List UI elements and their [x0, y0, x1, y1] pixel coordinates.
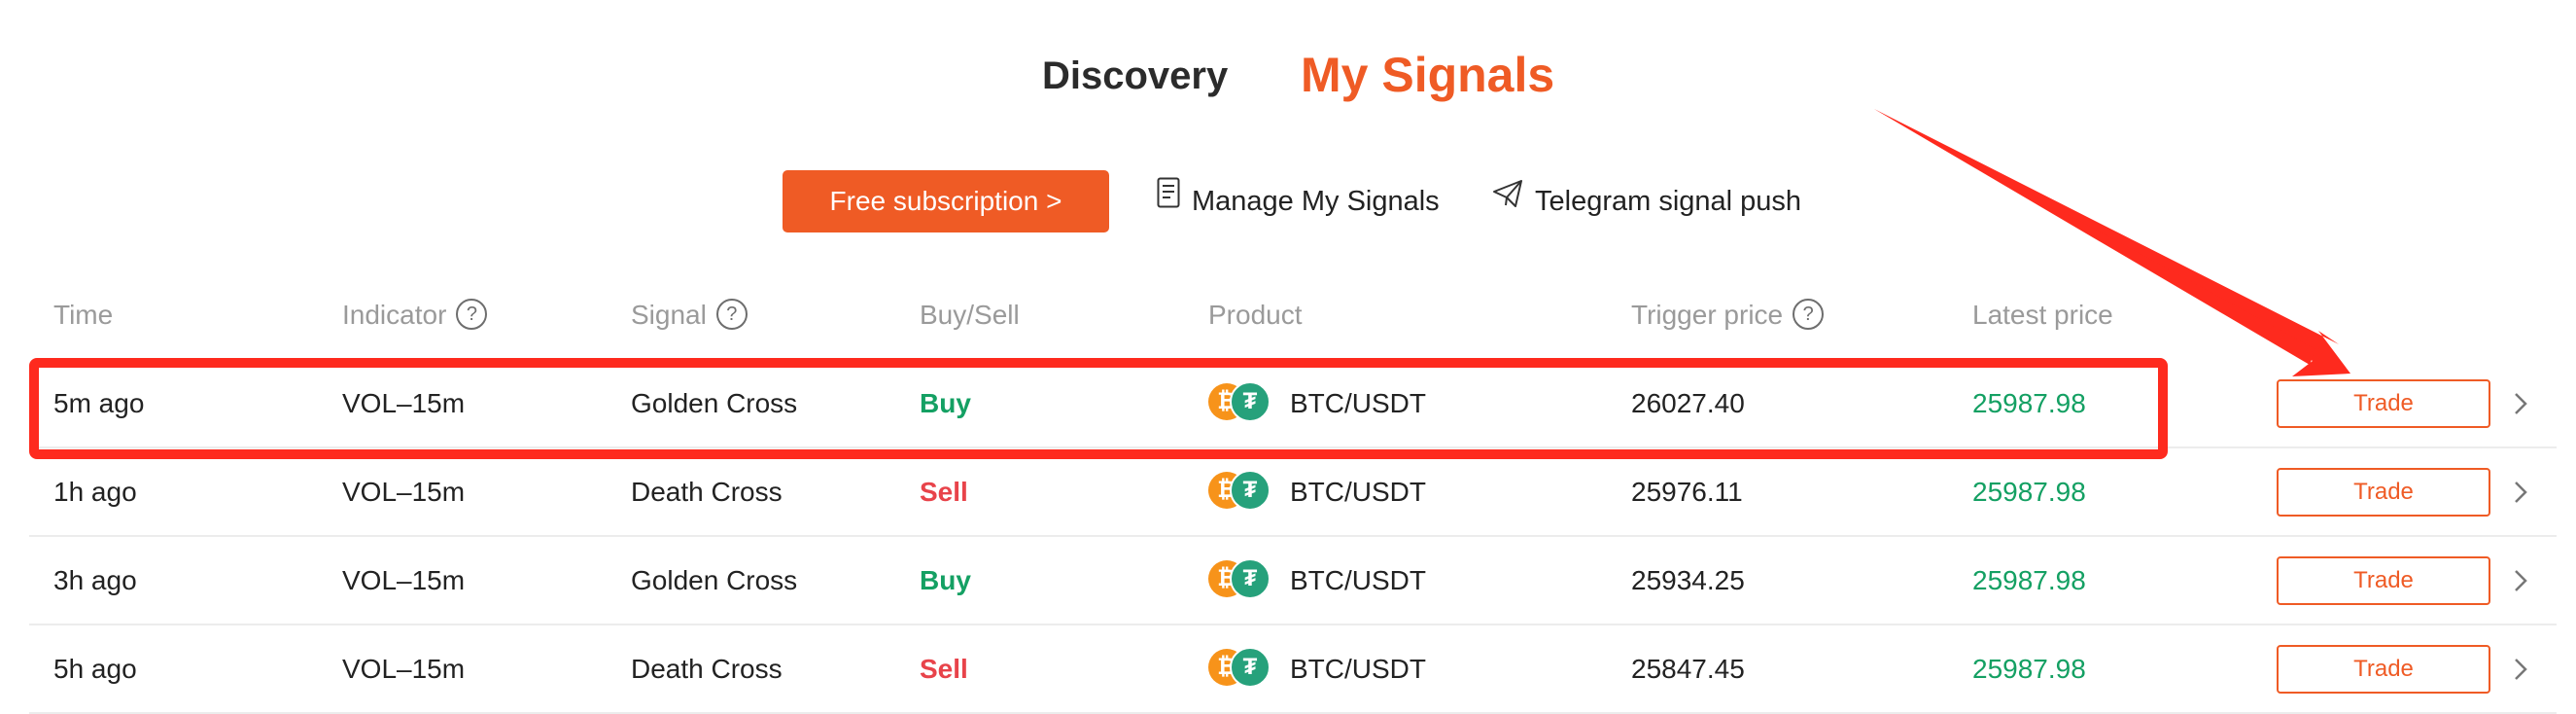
- signal-tabs: Discovery My Signals: [0, 41, 2576, 119]
- usdt-coin-icon: ₮: [1230, 469, 1271, 511]
- table-header: Time Indicator? Signal? Buy/Sell Product…: [29, 272, 2557, 360]
- col-trigger-price: Trigger price?: [1631, 298, 1825, 333]
- col-trigger-price-label: Trigger price: [1631, 300, 1784, 330]
- chevron-right-icon[interactable]: [2506, 625, 2535, 712]
- usdt-coin-icon: ₮: [1230, 557, 1271, 599]
- cell-indicator: VOL–15m: [342, 388, 466, 418]
- telegram-signal-push-link[interactable]: Telegram signal push: [1492, 170, 1801, 232]
- col-latest-price-label: Latest price: [1972, 300, 2113, 330]
- tab-discovery[interactable]: Discovery: [1042, 54, 1228, 98]
- col-indicator: Indicator?: [342, 298, 488, 333]
- cell-latest-price: 25987.98: [1972, 565, 2086, 595]
- cell-product: ₿ ₮ BTC/USDT: [1208, 448, 1426, 535]
- cell-product: ₿ ₮ BTC/USDT: [1208, 625, 1426, 712]
- cell-product: ₿ ₮ BTC/USDT: [1208, 360, 1426, 446]
- cell-signal: Golden Cross: [631, 388, 798, 418]
- col-time-label: Time: [53, 300, 114, 330]
- cell-trigger-price: 25976.11: [1631, 477, 1743, 507]
- cell-buy-sell: Sell: [920, 477, 968, 507]
- trade-button[interactable]: Trade: [2277, 468, 2490, 517]
- usdt-coin-icon: ₮: [1230, 646, 1271, 688]
- cell-trigger-price: 25847.45: [1631, 654, 1745, 684]
- cell-trigger-price: 25934.25: [1631, 565, 1745, 595]
- table-row[interactable]: 3h ago VOL–15m Golden Cross Buy ₿ ₮ BTC/…: [29, 537, 2557, 625]
- question-circle-icon[interactable]: ?: [456, 298, 488, 330]
- cell-latest-price: 25987.98: [1972, 654, 2086, 684]
- cell-signal: Death Cross: [631, 477, 783, 507]
- cell-buy-sell: Sell: [920, 654, 968, 684]
- col-product: Product: [1208, 300, 1303, 331]
- cell-indicator: VOL–15m: [342, 654, 466, 684]
- col-signal-label: Signal: [631, 300, 707, 330]
- coin-pair: ₿ ₮: [1208, 469, 1271, 511]
- col-signal: Signal?: [631, 298, 748, 333]
- coin-pair: ₿ ₮: [1208, 646, 1271, 688]
- document-icon: [1157, 168, 1180, 231]
- cell-latest-price: 25987.98: [1972, 477, 2086, 507]
- product-name: BTC/USDT: [1290, 477, 1426, 507]
- free-subscription-button[interactable]: Free subscription >: [783, 170, 1109, 232]
- table-row[interactable]: 5m ago VOL–15m Golden Cross Buy ₿ ₮ BTC/…: [29, 360, 2557, 448]
- paper-plane-icon: [1492, 168, 1523, 231]
- col-time: Time: [53, 300, 113, 331]
- coin-pair: ₿ ₮: [1208, 380, 1271, 422]
- cell-time: 5h ago: [53, 654, 137, 684]
- action-bar: Free subscription > Manage My Signals Te…: [0, 170, 2576, 234]
- coin-pair: ₿ ₮: [1208, 557, 1271, 599]
- cell-indicator: VOL–15m: [342, 565, 466, 595]
- cell-buy-sell: Buy: [920, 388, 971, 418]
- question-circle-icon[interactable]: ?: [1793, 298, 1825, 330]
- telegram-signal-push-label: Telegram signal push: [1535, 186, 1802, 217]
- cell-time: 3h ago: [53, 565, 137, 595]
- question-circle-icon[interactable]: ?: [715, 298, 748, 330]
- col-latest-price: Latest price: [1972, 300, 2113, 331]
- cell-time: 5m ago: [53, 388, 145, 418]
- col-indicator-label: Indicator: [342, 300, 447, 330]
- col-buysell-label: Buy/Sell: [920, 300, 1020, 330]
- trade-button[interactable]: Trade: [2277, 379, 2490, 428]
- manage-my-signals-link[interactable]: Manage My Signals: [1157, 170, 1440, 232]
- table-row[interactable]: 1h ago VOL–15m Death Cross Sell ₿ ₮ BTC/…: [29, 448, 2557, 537]
- trade-button[interactable]: Trade: [2277, 556, 2490, 605]
- cell-signal: Golden Cross: [631, 565, 798, 595]
- tab-my-signals[interactable]: My Signals: [1301, 47, 1554, 103]
- table-row[interactable]: 5h ago VOL–15m Death Cross Sell ₿ ₮ BTC/…: [29, 625, 2557, 714]
- cell-latest-price: 25987.98: [1972, 388, 2086, 418]
- product-name: BTC/USDT: [1290, 565, 1426, 595]
- chevron-right-icon[interactable]: [2506, 537, 2535, 624]
- cell-signal: Death Cross: [631, 654, 783, 684]
- usdt-coin-icon: ₮: [1230, 380, 1271, 422]
- cell-buy-sell: Buy: [920, 565, 971, 595]
- col-buysell: Buy/Sell: [920, 300, 1020, 331]
- cell-time: 1h ago: [53, 477, 137, 507]
- col-product-label: Product: [1208, 300, 1303, 330]
- trade-button[interactable]: Trade: [2277, 645, 2490, 694]
- chevron-right-icon[interactable]: [2506, 360, 2535, 446]
- cell-trigger-price: 26027.40: [1631, 388, 1745, 418]
- cell-indicator: VOL–15m: [342, 477, 466, 507]
- chevron-right-icon[interactable]: [2506, 448, 2535, 535]
- cell-product: ₿ ₮ BTC/USDT: [1208, 537, 1426, 624]
- product-name: BTC/USDT: [1290, 654, 1426, 684]
- manage-my-signals-label: Manage My Signals: [1192, 186, 1440, 217]
- product-name: BTC/USDT: [1290, 388, 1426, 418]
- signals-table: Time Indicator? Signal? Buy/Sell Product…: [29, 272, 2557, 714]
